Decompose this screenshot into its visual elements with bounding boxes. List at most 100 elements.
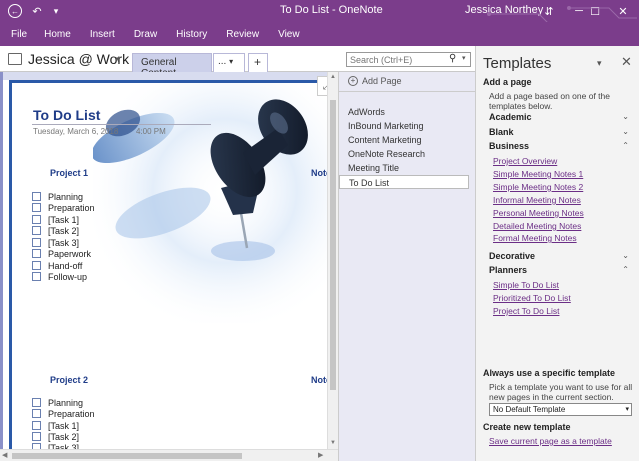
task-item[interactable]: Planning — [32, 397, 83, 408]
checkbox[interactable] — [32, 261, 41, 270]
always-use-description: Pick a template you want to use for all … — [489, 382, 633, 402]
task-label: [Task 1] — [48, 214, 80, 225]
section-tab-more[interactable]: ... ▾ — [213, 53, 245, 72]
page-canvas[interactable]: To Do List Tuesday, March 6, 2018 4:00 P… — [0, 72, 338, 461]
task-item[interactable]: [Task 1] — [32, 420, 79, 431]
scroll-right-icon[interactable]: ▶ — [318, 451, 323, 459]
tab-history[interactable]: History — [176, 29, 207, 40]
template-link[interactable]: Personal Meeting Notes — [493, 208, 584, 218]
add-page-description: Add a page based on one of the templates… — [489, 91, 610, 111]
pane-options-chevron-icon[interactable]: ▾ — [597, 58, 602, 69]
page-list-item[interactable]: InBound Marketing — [339, 119, 469, 133]
tab-review[interactable]: Review — [226, 29, 259, 40]
chevron-down-icon: ⌄ — [622, 112, 629, 121]
project-1-heading[interactable]: Project 1 — [50, 168, 88, 178]
chevron-down-icon: ⌄ — [622, 127, 629, 136]
checkbox[interactable] — [32, 215, 41, 224]
quick-access-more-icon[interactable]: ▾ — [52, 4, 60, 18]
dropdown-arrow-icon: ▾ — [625, 406, 629, 413]
template-link[interactable]: Simple Meeting Notes 1 — [493, 169, 583, 179]
page-title[interactable]: To Do List — [33, 107, 100, 123]
template-link[interactable]: Simple To Do List — [493, 280, 559, 290]
category-decorative[interactable]: Decorative ⌄ — [489, 251, 629, 261]
page-vertical-scrollbar[interactable]: ▲ ▼ — [327, 72, 338, 461]
tab-file[interactable]: File — [11, 29, 27, 40]
tab-draw[interactable]: Draw — [134, 29, 157, 40]
category-business[interactable]: Business ⌃ — [489, 141, 629, 151]
task-label: [Task 2] — [48, 225, 80, 236]
template-link[interactable]: Project Overview — [493, 156, 557, 166]
task-label: Paperwork — [48, 248, 92, 259]
category-blank[interactable]: Blank ⌄ — [489, 127, 629, 137]
checkbox[interactable] — [32, 203, 41, 212]
task-item[interactable]: Preparation — [32, 408, 95, 419]
checkbox[interactable] — [32, 249, 41, 258]
pushpin-image — [93, 83, 333, 323]
notebook-name[interactable]: Jessica @ Work — [28, 51, 129, 67]
checkbox[interactable] — [32, 226, 41, 235]
title-bar: ← ↶ ▾ To Do List - OneNote Jessica North… — [0, 0, 639, 22]
task-item[interactable]: [Task 2] — [32, 431, 79, 442]
task-item[interactable]: Preparation — [32, 202, 95, 213]
category-planners[interactable]: Planners ⌃ — [489, 265, 629, 275]
project-2-heading[interactable]: Project 2 — [50, 375, 88, 385]
task-label: Hand-off — [48, 260, 83, 271]
notebook-chevron-down-icon[interactable]: ▾ — [116, 54, 121, 65]
user-name[interactable]: Jessica Northey — [465, 4, 543, 16]
save-as-template-link[interactable]: Save current page as a template — [489, 436, 612, 446]
close-pane-icon[interactable]: ✕ — [621, 54, 632, 70]
template-link[interactable]: Project To Do List — [493, 306, 559, 316]
checkbox[interactable] — [32, 432, 41, 441]
template-link[interactable]: Formal Meeting Notes — [493, 233, 577, 243]
scroll-left-icon[interactable]: ◀ — [2, 451, 7, 459]
checkbox[interactable] — [32, 398, 41, 407]
search-icon[interactable]: ⚲ — [449, 53, 456, 64]
task-item[interactable]: Hand-off — [32, 260, 82, 271]
tab-home[interactable]: Home — [44, 29, 71, 40]
checkbox[interactable] — [32, 421, 41, 430]
task-item[interactable]: Paperwork — [32, 248, 91, 259]
page-list-item[interactable]: AdWords — [339, 105, 469, 119]
scrollbar-thumb[interactable] — [12, 453, 242, 459]
section-tab-general-content[interactable]: General Content — [132, 53, 212, 79]
category-academic[interactable]: Academic ⌄ — [489, 112, 629, 122]
page-horizontal-scrollbar[interactable]: ◀ ▶ — [0, 449, 338, 461]
task-item[interactable]: Follow-up — [32, 271, 87, 282]
task-item[interactable]: Planning — [32, 191, 83, 202]
task-item[interactable]: [Task 2] — [32, 225, 79, 236]
divider — [339, 91, 476, 92]
task-label: Planning — [48, 397, 84, 408]
page-list-item[interactable]: Content Marketing — [339, 133, 469, 147]
checkbox[interactable] — [32, 192, 41, 201]
add-section-button[interactable]: + — [248, 53, 268, 72]
template-link[interactable]: Prioritized To Do List — [493, 293, 571, 303]
default-template-select[interactable]: No Default Template ▾ — [489, 403, 632, 416]
close-button[interactable]: ✕ — [608, 0, 638, 22]
template-link[interactable]: Simple Meeting Notes 2 — [493, 182, 583, 192]
notebook-icon[interactable] — [8, 53, 22, 65]
tab-view[interactable]: View — [278, 29, 300, 40]
template-link[interactable]: Informal Meeting Notes — [493, 195, 581, 205]
tab-insert[interactable]: Insert — [90, 29, 115, 40]
select-value: No Default Template — [493, 405, 566, 414]
scrollbar-thumb[interactable] — [330, 100, 336, 390]
page-list-item[interactable]: Meeting Title — [339, 161, 469, 175]
search-scope-chevron-icon[interactable]: ▾ — [462, 54, 466, 62]
back-button[interactable]: ← — [8, 4, 22, 18]
ribbon-display-options-button[interactable]: ⇵ — [534, 0, 564, 22]
category-label: Decorative — [489, 251, 536, 261]
scroll-down-icon[interactable]: ▼ — [330, 440, 336, 446]
task-item[interactable]: [Task 3] — [32, 237, 79, 248]
template-link[interactable]: Detailed Meeting Notes — [493, 221, 581, 231]
checkbox[interactable] — [32, 238, 41, 247]
task-item[interactable]: [Task 1] — [32, 214, 79, 225]
page-list-item-selected[interactable]: To Do List — [339, 175, 469, 189]
page-list-item[interactable]: OneNote Research — [339, 147, 469, 161]
checkbox[interactable] — [32, 272, 41, 281]
checkbox[interactable] — [32, 409, 41, 418]
scroll-up-icon[interactable]: ▲ — [330, 74, 336, 80]
task-label: [Task 3] — [48, 237, 80, 248]
add-page-button[interactable]: + Add Page — [348, 76, 402, 86]
undo-button[interactable]: ↶ — [30, 4, 44, 18]
maximize-button[interactable]: ☐ — [580, 0, 610, 22]
